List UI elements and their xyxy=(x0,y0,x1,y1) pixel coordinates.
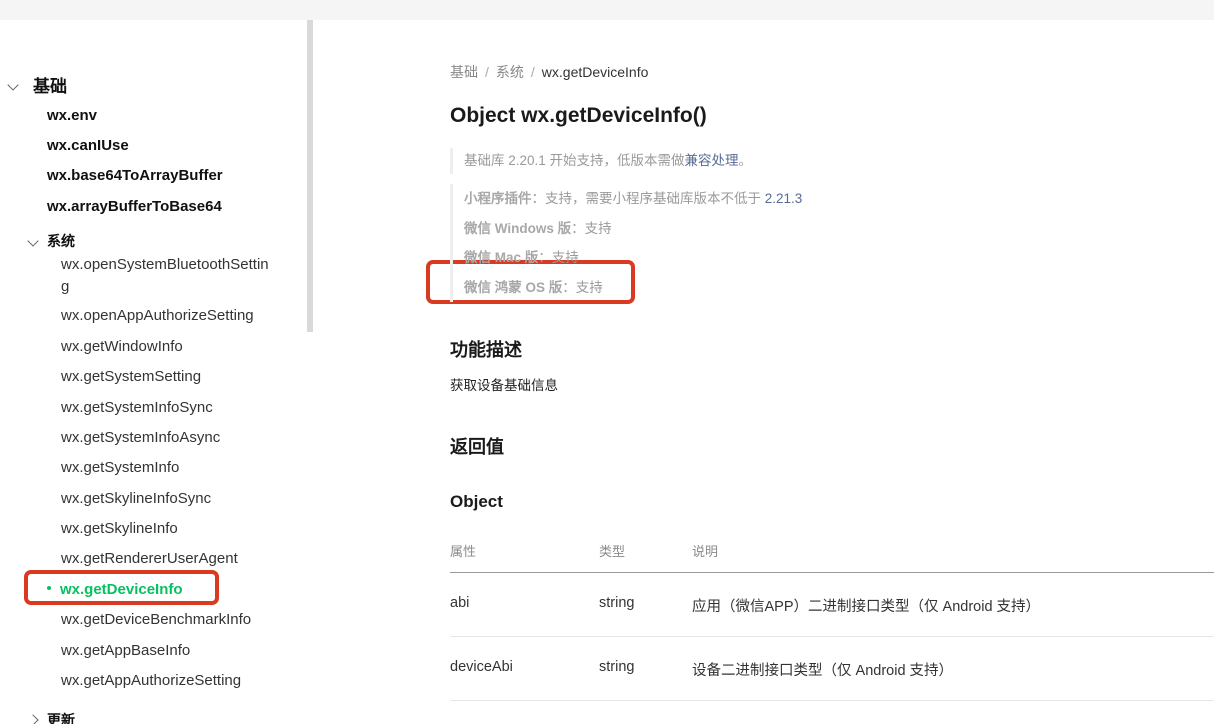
cell-type: string xyxy=(599,595,635,611)
page-title: Object wx.getDeviceInfo() xyxy=(450,104,707,127)
cell-type: string xyxy=(599,659,635,675)
cell-property: deviceAbi xyxy=(450,659,513,675)
feature-description: 获取设备基础信息 xyxy=(450,378,558,393)
column-header-property: 属性 xyxy=(450,544,477,559)
nav-section-base[interactable]: 基础 xyxy=(7,72,67,97)
chevron-down-icon xyxy=(7,78,19,91)
platform-support-item: 微信 Mac 版：支持 xyxy=(464,250,579,265)
nav-item-wx-caniuse[interactable]: wx.canIUse xyxy=(47,135,262,157)
feature-heading: 功能描述 xyxy=(450,340,522,360)
breadcrumb-item-current: wx.getDeviceInfo xyxy=(541,64,649,80)
platform-support-list: 小程序插件：支持，需要小程序基础库版本不低于 2.21.3 微信 Windows… xyxy=(450,184,870,302)
platform-support-item: 微信 鸿蒙 OS 版：支持 xyxy=(464,279,603,295)
nav-item-get-app-base-info[interactable]: wx.getAppBaseInfo xyxy=(61,640,276,662)
nav-item-get-window-info[interactable]: wx.getWindowInfo xyxy=(61,336,276,358)
breadcrumb-separator: / xyxy=(485,64,489,80)
nav-item-get-skyline-info-sync[interactable]: wx.getSkylineInfoSync xyxy=(61,488,276,510)
chevron-right-icon xyxy=(27,714,39,724)
nav-item-get-system-info-sync[interactable]: wx.getSystemInfoSync xyxy=(61,397,276,419)
sidebar-nav: 基础 wx.env wx.canIUse wx.base64ToArrayBuf… xyxy=(0,20,306,724)
platform-support-item: 小程序插件：支持，需要小程序基础库版本不低于 2.21.3 xyxy=(464,191,803,206)
nav-item-wx-arraybuffer-to-base64[interactable]: wx.arrayBufferToBase64 xyxy=(47,196,262,218)
nav-item-open-system-bluetooth-setting[interactable]: wx.openSystemBluetoothSetting xyxy=(61,254,273,298)
return-table: 属性 类型 说明 abi string 应用（微信APP）二进制接口类型（仅 A… xyxy=(450,532,1214,701)
cell-property: abi xyxy=(450,595,470,611)
support-note: 基础库 2.20.1 开始支持，低版本需做兼容处理。 xyxy=(450,148,870,174)
sidebar-scrollbar-thumb[interactable] xyxy=(307,20,313,332)
nav-item-get-skyline-info[interactable]: wx.getSkylineInfo xyxy=(61,518,276,540)
compat-link[interactable]: 兼容处理 xyxy=(685,153,739,168)
nav-item-get-system-setting[interactable]: wx.getSystemSetting xyxy=(61,366,276,388)
nav-item-get-system-info[interactable]: wx.getSystemInfo xyxy=(61,457,276,479)
top-bar xyxy=(0,0,1214,20)
breadcrumb-item-base[interactable]: 基础 xyxy=(450,64,478,80)
nav-item-get-renderer-user-agent[interactable]: wx.getRendererUserAgent xyxy=(61,548,276,570)
breadcrumb-separator: / xyxy=(530,64,535,80)
nav-item-open-app-authorize-setting[interactable]: wx.openAppAuthorizeSetting xyxy=(61,305,276,327)
platform-support-item: 微信 Windows 版：支持 xyxy=(464,220,612,236)
table-row: abi string 应用（微信APP）二进制接口类型（仅 Android 支持… xyxy=(450,573,1214,637)
nav-item-get-system-info-async[interactable]: wx.getSystemInfoAsync xyxy=(61,427,276,449)
column-header-description: 说明 xyxy=(692,544,719,559)
nav-item-get-app-authorize-setting[interactable]: wx.getAppAuthorizeSetting xyxy=(61,670,276,692)
breadcrumb-item-system[interactable]: 系统 xyxy=(496,64,524,80)
breadcrumb: 基础 / 系统 / wx.getDeviceInfo xyxy=(450,62,648,82)
chevron-down-icon xyxy=(27,235,39,247)
nav-section-system[interactable]: 系统 xyxy=(27,231,75,251)
object-heading: Object xyxy=(450,492,503,511)
return-heading: 返回值 xyxy=(450,437,504,457)
nav-item-wx-base64-to-arraybuffer[interactable]: wx.base64ToArrayBuffer xyxy=(47,165,262,187)
cell-description: 应用（微信APP）二进制接口类型（仅 Android 支持） xyxy=(692,599,1041,615)
highlight-box-active-item xyxy=(24,570,219,605)
cell-description: 设备二进制接口类型（仅 Android 支持） xyxy=(692,663,954,679)
column-header-type: 类型 xyxy=(599,544,626,559)
main-content: 基础 / 系统 / wx.getDeviceInfo Object wx.getDevi… xyxy=(450,20,1214,724)
table-header: 属性 类型 说明 xyxy=(450,532,1214,573)
nav-section-update[interactable]: 更新 xyxy=(27,710,75,724)
table-row: deviceAbi string 设备二进制接口类型（仅 Android 支持） xyxy=(450,637,1214,701)
nav-item-get-device-benchmark-info[interactable]: wx.getDeviceBenchmarkInfo xyxy=(61,609,276,631)
nav-item-wx-env[interactable]: wx.env xyxy=(47,105,262,127)
